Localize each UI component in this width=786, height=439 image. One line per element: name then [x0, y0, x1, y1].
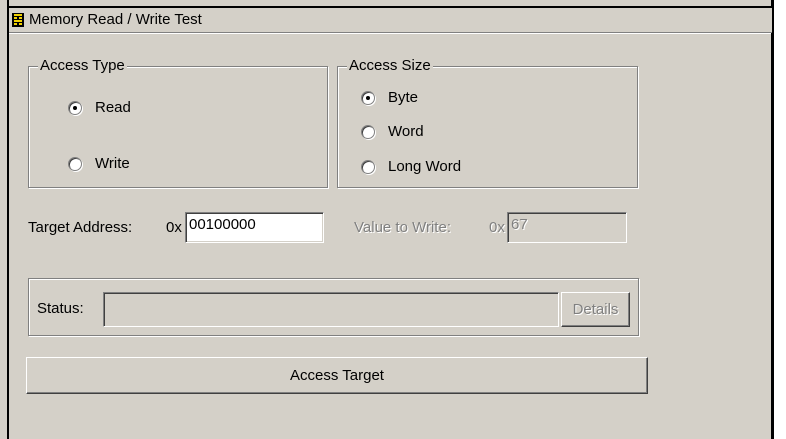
window-left-border	[7, 0, 9, 439]
radio-byte-label: Byte	[388, 89, 419, 106]
access-target-button[interactable]: Access Target	[26, 357, 648, 394]
title-separator	[9, 33, 771, 34]
window-right-margin	[774, 0, 786, 439]
radio-word-indicator[interactable]	[361, 124, 375, 139]
radio-write[interactable]: Write	[68, 155, 130, 172]
details-button[interactable]: Details	[561, 292, 630, 327]
radio-word-label: Word	[388, 123, 424, 140]
target-address-input[interactable]: 00100000	[185, 212, 324, 243]
radio-byte-indicator[interactable]	[361, 90, 375, 105]
value-to-write-prefix: 0x	[489, 219, 505, 236]
radio-read-indicator[interactable]	[68, 100, 82, 115]
target-address-prefix: 0x	[166, 219, 182, 236]
radio-read[interactable]: Read	[68, 99, 131, 116]
radio-byte[interactable]: Byte	[361, 89, 418, 106]
radio-write-label: Write	[95, 155, 130, 172]
memory-test-window: Memory Read / Write Test Access Type Rea…	[0, 0, 786, 439]
value-to-write-label: Value to Write:	[354, 219, 451, 236]
app-icon	[12, 13, 24, 27]
status-field	[103, 292, 559, 327]
radio-long-word-label: Long Word	[388, 158, 462, 175]
status-label: Status:	[37, 300, 84, 317]
radio-read-label: Read	[95, 99, 131, 116]
radio-long-word-indicator[interactable]	[361, 159, 375, 174]
target-address-label: Target Address:	[28, 219, 133, 236]
radio-write-indicator[interactable]	[68, 156, 82, 171]
access-size-legend: Access Size	[347, 57, 433, 75]
radio-word[interactable]: Word	[361, 123, 424, 140]
value-to-write-input[interactable]: 67	[507, 212, 627, 243]
access-type-legend: Access Type	[38, 57, 127, 75]
radio-long-word[interactable]: Long Word	[361, 158, 461, 175]
window-title: Memory Read / Write Test	[29, 11, 202, 28]
title-bar: Memory Read / Write Test	[9, 6, 772, 33]
